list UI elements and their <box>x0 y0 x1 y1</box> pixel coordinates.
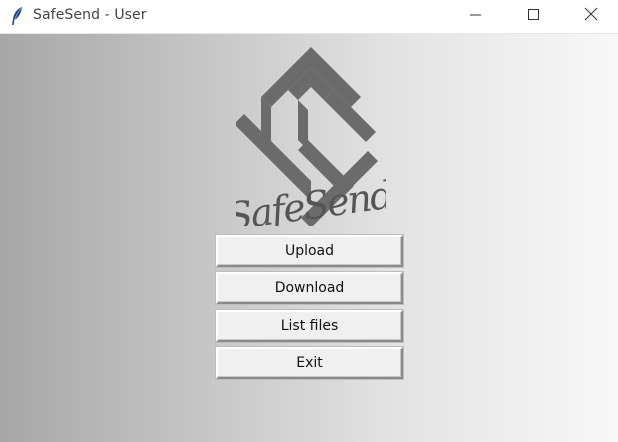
main-content: SafeSend Upload Download List files Exit <box>0 34 618 442</box>
download-button[interactable]: Download <box>216 272 403 304</box>
minimize-icon <box>470 8 482 26</box>
maximize-button[interactable] <box>505 0 563 33</box>
safesend-logo: SafeSend <box>224 44 395 239</box>
exit-button[interactable]: Exit <box>216 347 403 379</box>
upload-button[interactable]: Upload <box>216 235 403 267</box>
close-button[interactable] <box>563 0 618 33</box>
title-bar[interactable]: SafeSend - User <box>0 0 618 34</box>
window-title: SafeSend - User <box>33 7 147 23</box>
feather-icon <box>9 6 25 26</box>
list-files-button[interactable]: List files <box>216 310 403 342</box>
app-window: SafeSend - User SafeSend Upload Download… <box>0 0 618 442</box>
maximize-icon <box>528 8 540 26</box>
minimize-button[interactable] <box>447 0 505 33</box>
logo-text: SafeSend <box>236 173 386 226</box>
close-icon <box>584 7 598 26</box>
